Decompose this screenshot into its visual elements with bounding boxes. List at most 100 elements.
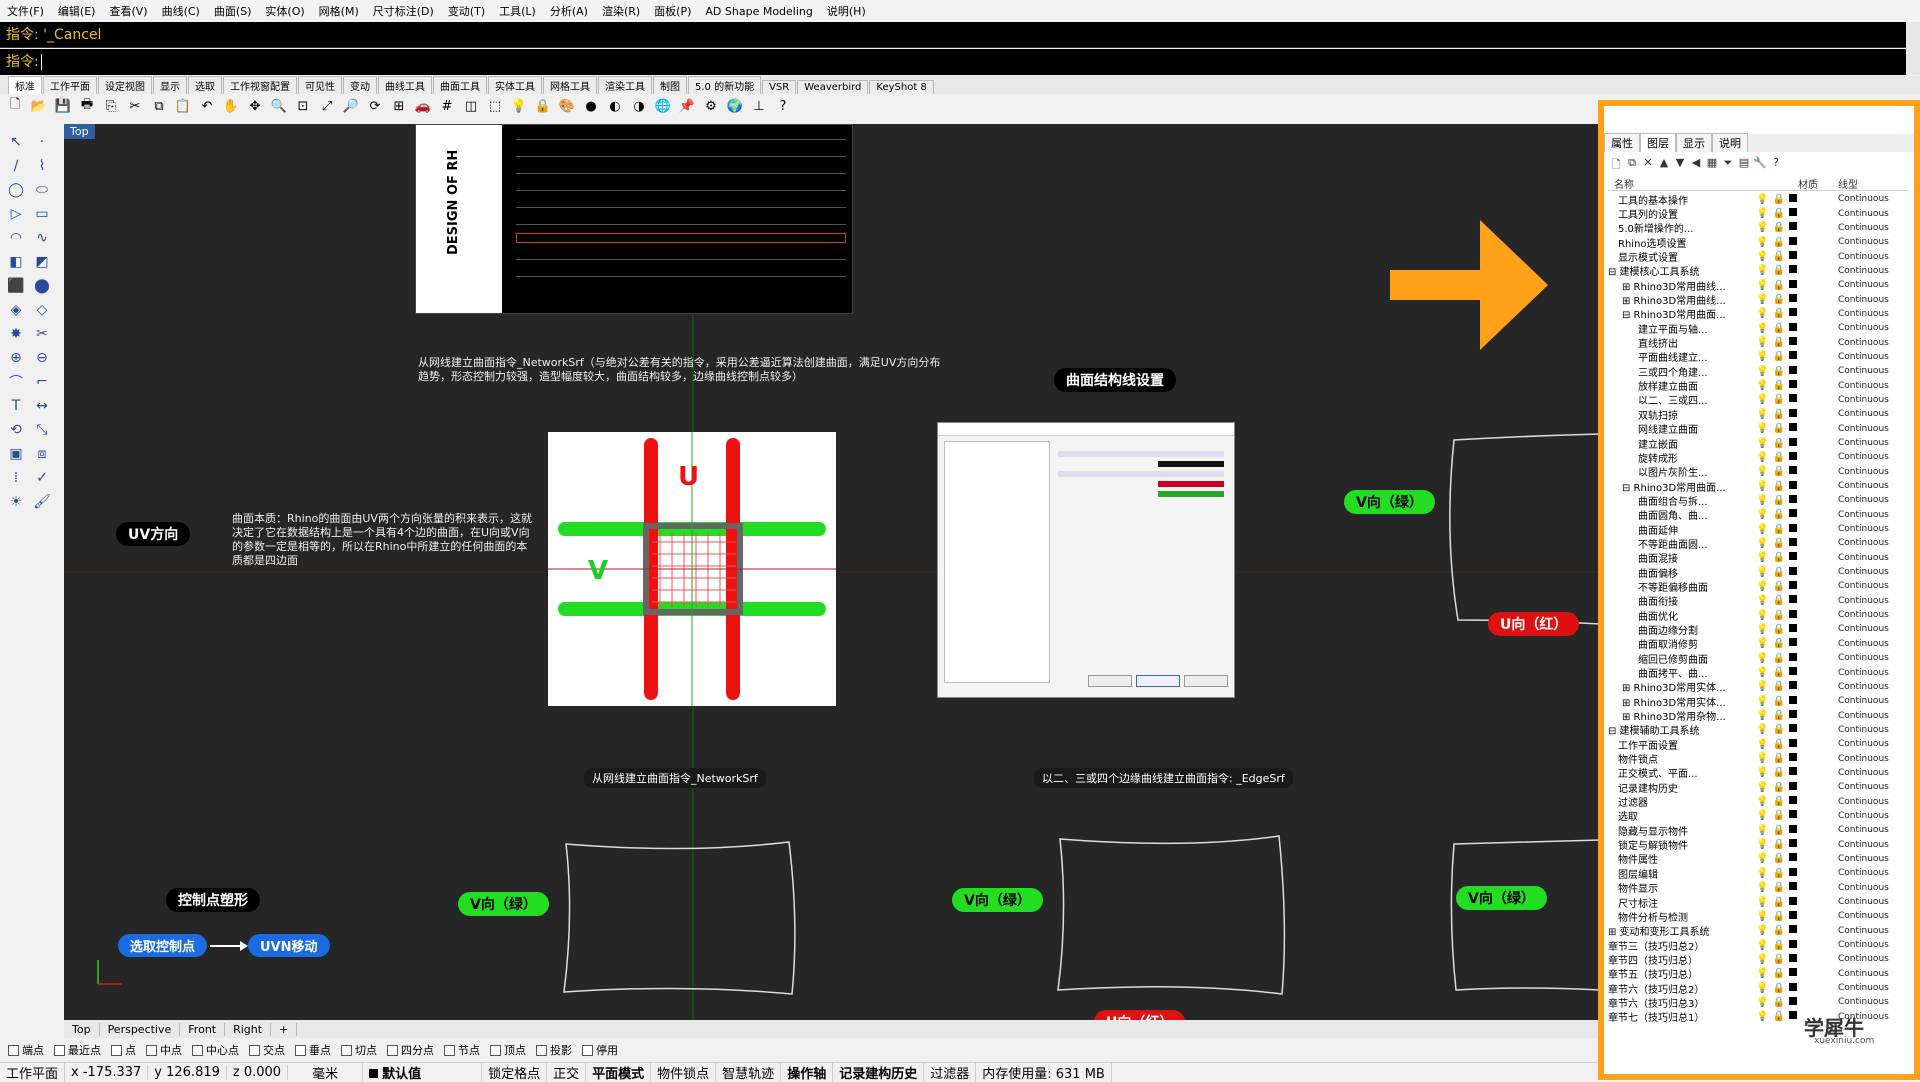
layer-row[interactable]: 旋转成形 💡 🔒 Continuous: [1608, 450, 1908, 465]
bulb-icon[interactable]: 💡: [1756, 825, 1768, 836]
lock-icon[interactable]: 🔒: [1772, 280, 1784, 291]
layer-row[interactable]: ⊟ 建模辅助工具系统 💡 🔒 Continuous: [1608, 723, 1908, 737]
lock-icon[interactable]: 🔒: [1772, 208, 1784, 219]
bulb-icon[interactable]: 💡: [1756, 194, 1768, 205]
osnap-checkbox[interactable]: 中点: [146, 1042, 182, 1058]
color-swatch[interactable]: [1788, 351, 1797, 360]
color-swatch[interactable]: [1788, 380, 1797, 389]
menu-item[interactable]: 渲染(R): [595, 3, 647, 19]
color-swatch[interactable]: [1788, 394, 1797, 403]
lock-icon[interactable]: 🔒: [1772, 767, 1784, 778]
analyze-icon[interactable]: ✓: [32, 468, 52, 488]
layer-row[interactable]: ⊞ 变动和变形工具系统 💡 🔒 Continuous: [1608, 924, 1908, 938]
status-filter[interactable]: 过滤器: [924, 1062, 977, 1082]
bulb-icon[interactable]: 💡: [1756, 968, 1768, 979]
lock-icon[interactable]: 🔒: [1772, 724, 1784, 735]
color-swatch[interactable]: [1788, 667, 1797, 676]
menu-item[interactable]: 面板(P): [647, 3, 698, 19]
color-swatch[interactable]: [1788, 423, 1797, 432]
lock-icon[interactable]: 🔒: [1772, 968, 1784, 979]
layer-row[interactable]: 工具列的设置 💡 🔒 Continuous: [1608, 206, 1908, 221]
bulb-icon[interactable]: 💡: [1756, 724, 1768, 735]
bulb-icon[interactable]: 💡: [1756, 868, 1768, 879]
bulb-icon[interactable]: 💡: [1756, 280, 1768, 291]
layer-row[interactable]: 锁定与解锁物件 💡 🔒 Continuous: [1608, 837, 1908, 852]
color-swatch[interactable]: [1788, 523, 1797, 532]
viewport-title-tab[interactable]: Top: [64, 124, 95, 139]
rectangle-icon[interactable]: ▭: [32, 204, 52, 224]
layer-options-icon[interactable]: ▤: [1736, 156, 1752, 172]
viewport-tab[interactable]: Top: [64, 1022, 100, 1036]
lock-icon[interactable]: 🔒: [1772, 481, 1784, 492]
import-icon[interactable]: ⎘: [102, 97, 120, 115]
bulb-icon[interactable]: 💡: [1756, 208, 1768, 219]
lock-icon[interactable]: 🔒: [1772, 495, 1784, 506]
lock-icon[interactable]: 🔒: [1772, 466, 1784, 477]
globe-icon[interactable]: 🌐: [654, 97, 672, 115]
layer-row[interactable]: 工作平面设置 💡 🔒 Continuous: [1608, 737, 1908, 752]
lock-icon[interactable]: 🔒: [534, 97, 552, 115]
lock-icon[interactable]: 🔒: [1772, 839, 1784, 850]
lock-icon[interactable]: 🔒: [1772, 653, 1784, 664]
split-icon[interactable]: ⊖: [32, 348, 52, 368]
layer-row[interactable]: 尺寸标注 💡 🔒 Continuous: [1608, 895, 1908, 910]
lock-icon[interactable]: 🔒: [1772, 954, 1784, 965]
menu-item[interactable]: 说明(H): [820, 3, 873, 19]
layer-row[interactable]: 曲面取消修剪 💡 🔒 Continuous: [1608, 637, 1908, 651]
layer-row[interactable]: 曲面混接 💡 🔒 Continuous: [1608, 551, 1908, 565]
bulb-icon[interactable]: 💡: [1756, 294, 1768, 305]
join-icon[interactable]: ⊕: [6, 348, 26, 368]
command-input[interactable]: 指令:: [0, 49, 1906, 75]
lock-icon[interactable]: 🔒: [1772, 940, 1784, 951]
layer-row[interactable]: 记录建构历史 💡 🔒 Continuous: [1608, 780, 1908, 795]
lock-icon[interactable]: 🔒: [1772, 294, 1784, 305]
status-osnap[interactable]: 物件锁点: [651, 1062, 717, 1082]
color-swatch[interactable]: [1788, 1011, 1797, 1020]
select-arrow-icon[interactable]: ↖: [6, 132, 26, 152]
color-swatch[interactable]: [1788, 753, 1797, 762]
bulb-icon[interactable]: 💡: [1756, 911, 1768, 922]
bulb-icon[interactable]: 💡: [1756, 265, 1768, 276]
bulb-icon[interactable]: 💡: [1756, 882, 1768, 893]
color-swatch[interactable]: [1788, 968, 1797, 977]
bulb-icon[interactable]: 💡: [1756, 610, 1768, 621]
menu-item[interactable]: 编辑(E): [51, 3, 103, 19]
color-swatch[interactable]: [1788, 839, 1797, 848]
copy-icon[interactable]: ⧉: [150, 97, 168, 115]
layer-row[interactable]: 以图片灰阶生... 💡 🔒 Continuous: [1608, 465, 1908, 479]
lock-icon[interactable]: 🔒: [1772, 251, 1784, 262]
zoom-selected-icon[interactable]: 🔎: [342, 97, 360, 115]
osnap-checkbox[interactable]: 节点: [444, 1042, 480, 1058]
bulb-icon[interactable]: 💡: [1756, 710, 1768, 721]
osnap-checkbox[interactable]: 四分点: [387, 1042, 434, 1058]
lock-icon[interactable]: 🔒: [1772, 710, 1784, 721]
lock-icon[interactable]: 🔒: [1772, 308, 1784, 319]
bulb-icon[interactable]: 💡: [1756, 452, 1768, 463]
layer-row[interactable]: 图层编辑 💡 🔒 Continuous: [1608, 866, 1908, 881]
layer-row[interactable]: 缩回已修剪曲面 💡 🔒 Continuous: [1608, 651, 1908, 666]
layer-row[interactable]: 工具的基本操作 💡 🔒 Continuous: [1608, 192, 1908, 207]
color-swatch[interactable]: [1788, 681, 1797, 690]
color-swatch[interactable]: [1788, 279, 1797, 288]
color-swatch[interactable]: [1788, 236, 1797, 245]
lock-icon[interactable]: 🔒: [1772, 409, 1784, 420]
toolbar-tab[interactable]: 可见性: [298, 76, 342, 94]
lock-icon[interactable]: 🔒: [1772, 595, 1784, 606]
layer-row[interactable]: 物件分析与检测 💡 🔒 Continuous: [1608, 909, 1908, 924]
circle-icon[interactable]: ◯: [6, 180, 26, 200]
layer-row[interactable]: 建立嵌面 💡 🔒 Continuous: [1608, 436, 1908, 451]
color-swatch[interactable]: [1788, 796, 1797, 805]
lock-icon[interactable]: 🔒: [1772, 438, 1784, 449]
status-unit[interactable]: 毫米: [288, 1062, 364, 1082]
help-panel-icon[interactable]: ?: [1768, 156, 1784, 172]
layer-row[interactable]: 曲面圆角、曲... 💡 🔒 Continuous: [1608, 508, 1908, 522]
layer-row[interactable]: 曲面拷平、曲... 💡 🔒 Continuous: [1608, 665, 1908, 680]
toolbar-tab[interactable]: 选取: [188, 76, 222, 94]
filter-icon[interactable]: ⏷: [1720, 156, 1736, 172]
bulb-icon[interactable]: 💡: [1756, 466, 1768, 477]
color-swatch[interactable]: [1788, 437, 1797, 446]
layer-row[interactable]: 章节六（技巧归总3） 💡 🔒 Continuous: [1608, 995, 1908, 1010]
layer-row[interactable]: 曲面优化 💡 🔒 Continuous: [1608, 608, 1908, 623]
bulb-icon[interactable]: 💡: [1756, 524, 1768, 535]
bulb-icon[interactable]: 💡: [1756, 753, 1768, 764]
